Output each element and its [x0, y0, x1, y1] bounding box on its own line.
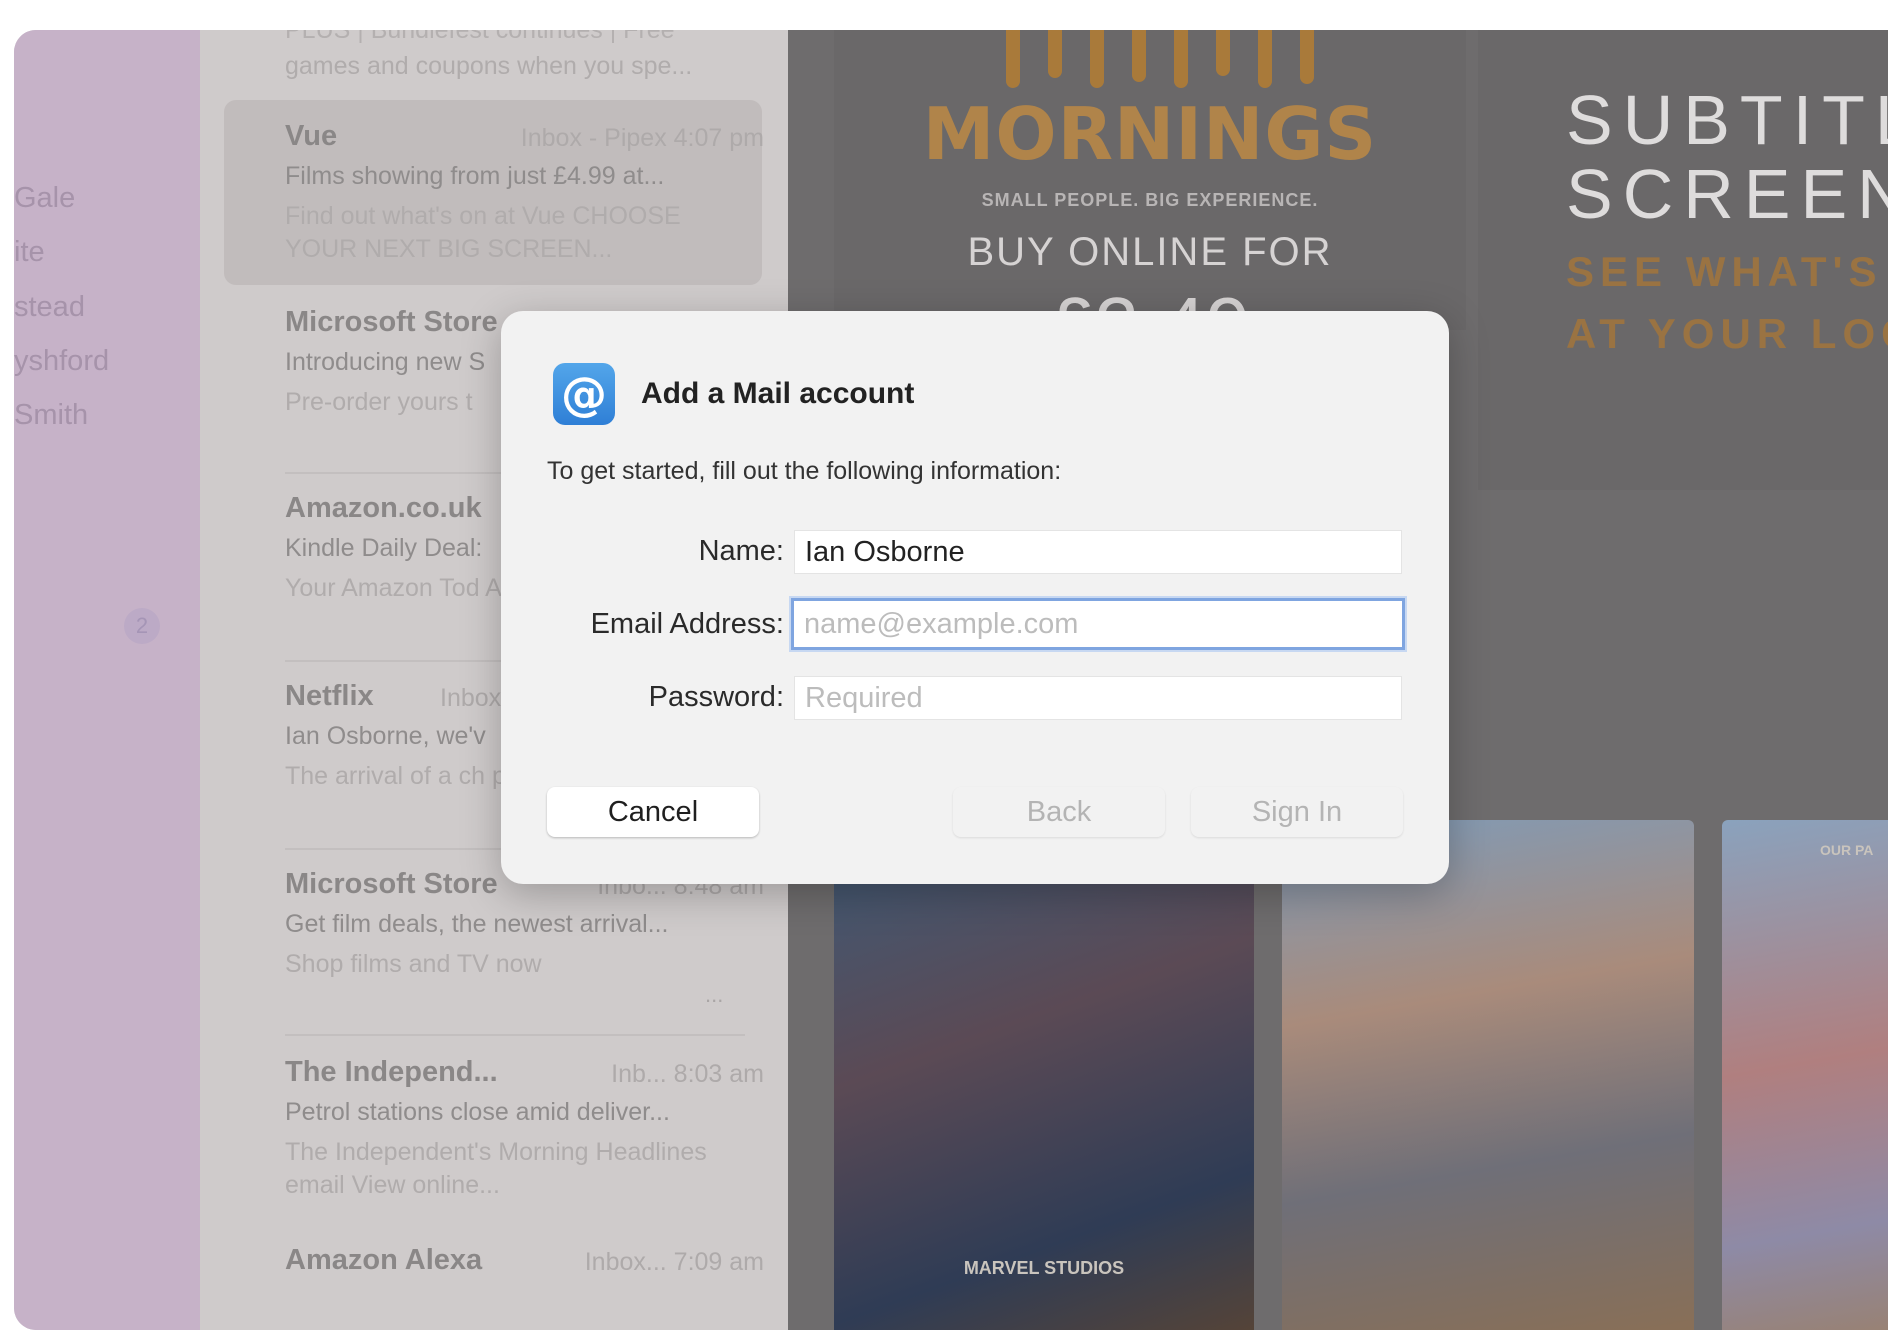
message-subject: Kindle Daily Deal: [285, 534, 483, 562]
sidebar-item[interactable]: ite [14, 236, 45, 269]
back-button[interactable]: Back [953, 787, 1165, 837]
poster-text: OUR PA [1820, 842, 1874, 858]
fries-graphic [1258, 30, 1272, 88]
banner-buy-text: BUY ONLINE FOR [967, 230, 1333, 274]
fries-graphic [1300, 30, 1314, 84]
message-sender: Vue [285, 120, 338, 152]
banner-headline: MORNINGS [922, 92, 1378, 176]
sidebar-item[interactable]: Smith [14, 399, 88, 432]
sign-in-button[interactable]: Sign In [1191, 787, 1403, 837]
message-subject: PLUS | Bundlefest continues | Free [285, 30, 675, 44]
at-sign-icon: @ [553, 363, 615, 425]
poster-text: MARVEL STUDIOS [963, 1258, 1125, 1278]
email-field[interactable] [791, 598, 1405, 650]
message-sender: Amazon Alexa [285, 1244, 483, 1276]
unread-count-badge: 2 [124, 608, 160, 644]
banner-headline: SCREEN [1566, 155, 1888, 233]
banner-subtext: SEE WHAT'S S [1566, 248, 1888, 295]
message-preview: The Independent's Morning Headlines emai… [285, 1138, 707, 1199]
sidebar-item[interactable]: stead [14, 291, 85, 324]
banner-headline: SUBTITL [1566, 81, 1888, 159]
message-sender: The Independ... [285, 1056, 498, 1088]
message-subject: Films showing from just £4.99 at... [285, 162, 665, 190]
sidebar-item[interactable]: Gale [14, 182, 75, 215]
subtitled-screenings-banner[interactable]: SUBTITL SCREEN SEE WHAT'S S AT YOUR LOC [1478, 30, 1888, 490]
email-label: Email Address: [590, 608, 784, 640]
message-sender: Netflix [285, 680, 374, 712]
message-preview: games and coupons when you spe... [285, 52, 693, 80]
message-preview: Find out what's on at Vue CHOOSE YOUR NE… [285, 202, 681, 263]
dialog-title: Add a Mail account [641, 377, 915, 410]
message-subject: Get film deals, the newest arrival... [285, 910, 669, 938]
fries-graphic [1006, 30, 1020, 88]
name-label: Name: [698, 535, 784, 567]
movie-poster[interactable]: MARVEL STUDIOS [834, 820, 1254, 1330]
kids-mornings-banner[interactable]: MORNINGS SMALL PEOPLE. BIG EXPERIENCE. B… [834, 30, 1466, 330]
banner-subtext: AT YOUR LOC [1566, 310, 1888, 357]
cancel-button[interactable]: Cancel [547, 787, 759, 837]
message-preview: Shop films and TV now [285, 950, 542, 978]
add-mail-account-dialog: @ Add a Mail account To get started, fil… [501, 311, 1449, 884]
message-meta: Inb... 8:03 am [611, 1060, 764, 1088]
divider [285, 1034, 745, 1036]
fries-graphic [1216, 30, 1230, 76]
name-field[interactable] [794, 530, 1402, 574]
message-subject: Introducing new S [285, 348, 486, 376]
message-sender: Amazon.co.uk [285, 492, 482, 524]
message-subject: Ian Osborne, we'v [285, 722, 486, 750]
fries-graphic [1048, 30, 1062, 78]
message-sender: Microsoft Store [285, 306, 498, 338]
fries-graphic [1174, 30, 1188, 88]
fries-graphic [1132, 30, 1146, 82]
more-indicator: ... [705, 982, 724, 1007]
banner-tagline: SMALL PEOPLE. BIG EXPERIENCE. [981, 190, 1319, 210]
sidebar-item[interactable]: yshford [14, 345, 109, 378]
movie-poster[interactable]: OUR PA [1722, 820, 1888, 1330]
sidebar: Gale ite stead yshford Smith 2 [14, 30, 200, 1330]
message-subject: Petrol stations close amid deliver... [285, 1098, 670, 1126]
password-field[interactable] [794, 676, 1402, 720]
message-meta: Inbox... 7:09 am [584, 1248, 764, 1276]
password-label: Password: [648, 681, 784, 713]
message-sender: Microsoft Store [285, 868, 498, 900]
movie-poster[interactable] [1282, 820, 1694, 1330]
dialog-instruction: To get started, fill out the following i… [547, 457, 1062, 485]
fries-graphic [1090, 30, 1104, 88]
message-meta: Inbox [440, 684, 502, 712]
message-meta: Inbox - Pipex 4:07 pm [520, 124, 764, 152]
